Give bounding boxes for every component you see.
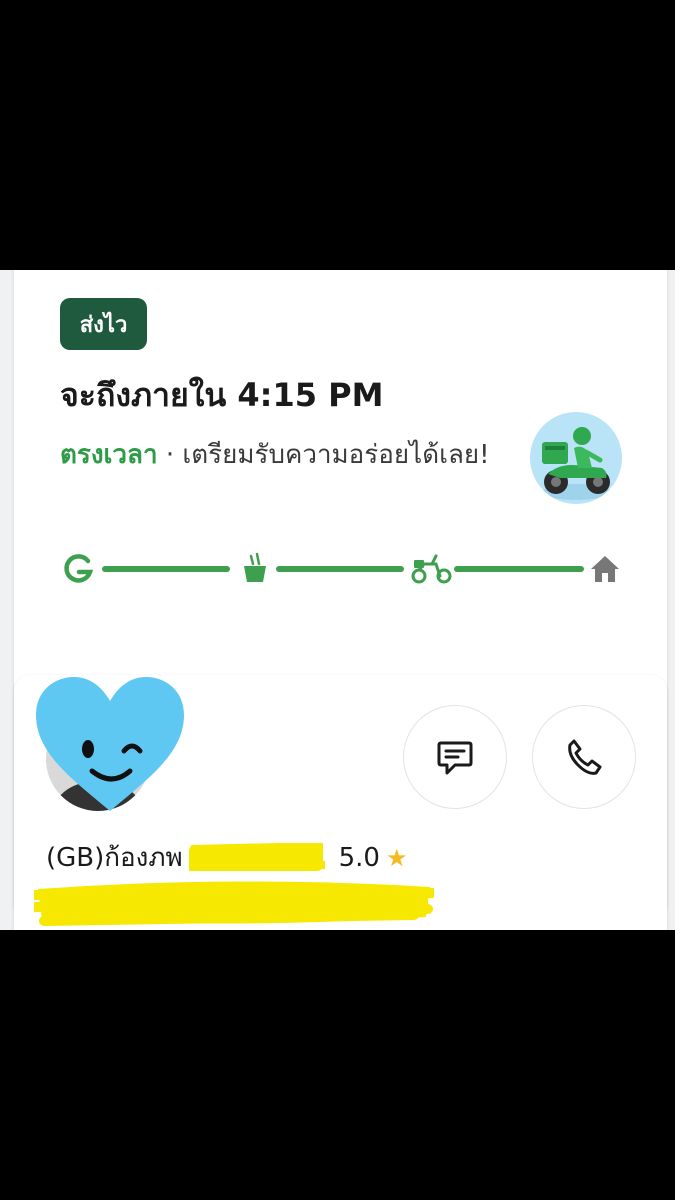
scribble (188, 841, 325, 871)
phone-icon (568, 739, 602, 775)
progress-segment (276, 566, 404, 572)
driver-info-row: (GB)ก้องภพ 5.0 ★ (46, 837, 407, 878)
scooter-icon (411, 554, 452, 584)
star-icon: ★ (385, 843, 408, 872)
rider-scooter-icon (542, 427, 610, 500)
driver-card: (GB)ก้องภพ 5.0 ★ (14, 675, 667, 930)
status-separator: · (157, 440, 183, 470)
status-message: เตรียมรับความอร่อยได้เลย! (182, 440, 490, 470)
fast-delivery-badge: ส่งไว (60, 298, 147, 350)
on-time-label: ตรงเวลา (60, 440, 158, 470)
driver-rating: 5.0 (338, 842, 380, 873)
driver-name: (GB)ก้องภพ (46, 843, 183, 873)
chat-button[interactable] (403, 705, 507, 809)
home-icon (591, 556, 619, 582)
eta-status: ตรงเวลา · เตรียมรับความอร่อยได้เลย! (60, 430, 520, 480)
call-button[interactable] (532, 705, 636, 809)
progress-segment (102, 566, 230, 572)
delivery-progress (62, 550, 622, 590)
eta-title: จะถึงภายใน 4:15 PM (60, 376, 384, 414)
grab-logo-icon (64, 554, 94, 583)
app-screen: ส่งไว จะถึงภายใน 4:15 PM ตรงเวลา · เตรีย… (0, 270, 675, 930)
redaction-scribble (34, 881, 434, 926)
redaction-scribble (188, 841, 327, 873)
food-bowl-icon (244, 552, 266, 582)
progress-segment (454, 566, 584, 572)
rider-illustration (530, 412, 622, 504)
heart-sticker-icon (36, 677, 184, 811)
chat-icon (437, 741, 473, 775)
